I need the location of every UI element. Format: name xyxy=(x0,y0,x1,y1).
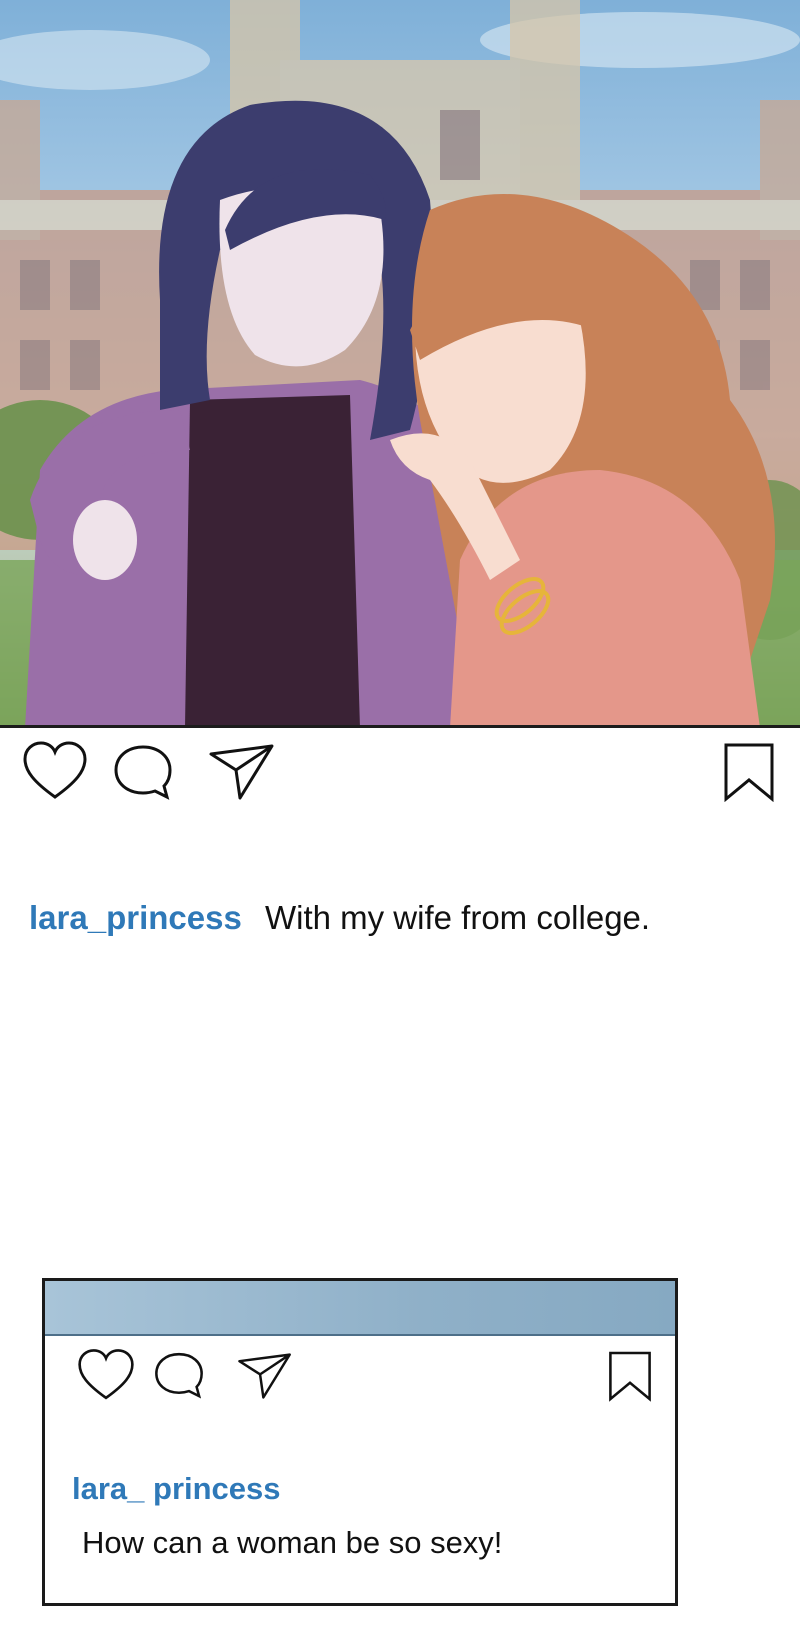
post-illustration xyxy=(0,0,800,725)
bookmark-icon[interactable] xyxy=(722,742,776,802)
heart-icon[interactable] xyxy=(77,1347,135,1403)
paper-plane-icon[interactable] xyxy=(208,742,276,802)
post-image xyxy=(0,0,800,728)
post-caption: lara_princess With my wife from college. xyxy=(29,898,650,938)
post-action-bar xyxy=(0,740,800,830)
heart-icon[interactable] xyxy=(22,740,88,802)
mini-post-caption: How can a woman be so sexy! xyxy=(82,1525,503,1560)
caption-text: With my wife from college. xyxy=(264,899,651,936)
comment-bubble-icon[interactable] xyxy=(112,744,174,802)
bookmark-icon[interactable] xyxy=(607,1349,653,1403)
mini-post-card: lara_ princess How can a woman be so sex… xyxy=(42,1278,678,1606)
mini-post-image xyxy=(45,1281,675,1336)
mini-post-username[interactable]: lara_ princess xyxy=(72,1471,281,1507)
comment-bubble-icon[interactable] xyxy=(153,1351,205,1401)
caption-username[interactable]: lara_princess xyxy=(29,899,242,936)
paper-plane-icon[interactable] xyxy=(237,1351,293,1401)
